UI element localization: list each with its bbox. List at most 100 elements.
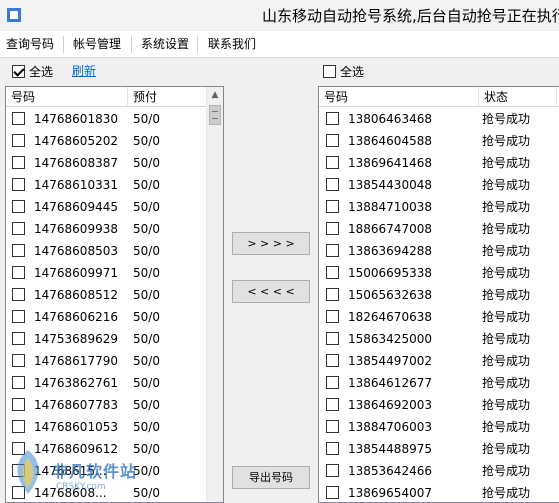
refresh-link[interactable]: 刷新 [72, 62, 96, 80]
row-checkbox[interactable] [326, 354, 339, 367]
row-checkbox[interactable] [12, 288, 25, 301]
table-row[interactable]: 15065632638 抢号成功 [319, 284, 559, 306]
column-header-status[interactable]: 状态 [479, 87, 557, 107]
move-right-button[interactable]: > > > > [232, 232, 310, 255]
column-header-prepay[interactable]: 预付 [128, 87, 208, 107]
row-checkbox[interactable] [326, 332, 339, 345]
table-row[interactable]: 15006695338 抢号成功 [319, 262, 559, 284]
table-row[interactable]: 13869654007 抢号成功 [319, 482, 559, 502]
row-checkbox[interactable] [326, 442, 339, 455]
table-row[interactable]: 14768609938 50/0 [6, 218, 223, 240]
phone-number-cell: 14763862761 [34, 376, 118, 390]
table-row[interactable]: 13853642466 抢号成功 [319, 460, 559, 482]
left-select-all[interactable]: 全选 [12, 62, 53, 80]
row-checkbox[interactable] [326, 222, 339, 235]
table-row[interactable]: 14768608... 50/0 [6, 482, 223, 502]
row-checkbox[interactable] [326, 178, 339, 191]
table-row[interactable]: 13864692003 抢号成功 [319, 394, 559, 416]
status-cell: 抢号成功 [482, 420, 531, 434]
column-header-number[interactable]: 号码 [319, 87, 479, 107]
row-checkbox[interactable] [326, 464, 339, 477]
table-row[interactable]: 13884710038 抢号成功 [319, 196, 559, 218]
row-checkbox[interactable] [12, 376, 25, 389]
phone-number-cell: 13884706003 [348, 420, 432, 434]
scroll-up-arrow-icon[interactable]: ▲ [207, 87, 223, 104]
row-checkbox[interactable] [12, 112, 25, 125]
table-row[interactable]: 14768601053 50/0 [6, 416, 223, 438]
row-checkbox[interactable] [326, 134, 339, 147]
menu-contact-us[interactable]: 联系我们 [208, 31, 256, 58]
phone-number-cell: 14768609445 [34, 200, 118, 214]
table-row[interactable]: 13854430048 抢号成功 [319, 174, 559, 196]
table-row[interactable]: 13863694288 抢号成功 [319, 240, 559, 262]
row-checkbox[interactable] [12, 178, 25, 191]
table-row[interactable]: 14768608503 50/0 [6, 240, 223, 262]
row-checkbox[interactable] [12, 244, 25, 257]
table-row[interactable]: 13854488975 抢号成功 [319, 438, 559, 460]
right-select-all-checkbox[interactable] [323, 64, 336, 78]
menu-account-management[interactable]: 帐号管理 [73, 31, 121, 58]
table-row[interactable]: 13884706003 抢号成功 [319, 416, 559, 438]
left-select-all-checkbox[interactable] [12, 64, 25, 78]
table-row[interactable]: 14768615... 50/0 [6, 460, 223, 482]
table-row[interactable]: 13864604588 抢号成功 [319, 130, 559, 152]
row-checkbox[interactable] [12, 398, 25, 411]
table-row[interactable]: 14768606216 50/0 [6, 306, 223, 328]
row-checkbox[interactable] [326, 376, 339, 389]
row-checkbox[interactable] [12, 200, 25, 213]
table-row[interactable]: 13869641468 抢号成功 [319, 152, 559, 174]
table-row[interactable]: 14768605202 50/0 [6, 130, 223, 152]
table-row[interactable]: 14768609971 50/0 [6, 262, 223, 284]
row-checkbox[interactable] [12, 332, 25, 345]
move-left-button[interactable]: < < < < [232, 280, 310, 303]
row-checkbox[interactable] [326, 266, 339, 279]
table-row[interactable]: 14768607783 50/0 [6, 394, 223, 416]
menu-query-numbers[interactable]: 查询号码 [6, 31, 54, 58]
row-checkbox[interactable] [326, 244, 339, 257]
table-row[interactable]: 18264670638 抢号成功 [319, 306, 559, 328]
table-row[interactable]: 13864612677 抢号成功 [319, 372, 559, 394]
phone-number-cell: 13869654007 [348, 486, 432, 500]
row-checkbox[interactable] [326, 398, 339, 411]
row-checkbox[interactable] [12, 354, 25, 367]
table-row[interactable]: 13854497002 抢号成功 [319, 350, 559, 372]
row-checkbox[interactable] [326, 156, 339, 169]
table-row[interactable]: 14753689629 50/0 [6, 328, 223, 350]
row-checkbox[interactable] [326, 288, 339, 301]
table-row[interactable]: 14768609612 50/0 [6, 438, 223, 460]
row-checkbox[interactable] [12, 266, 25, 279]
table-row[interactable]: 13806463468 抢号成功 [319, 108, 559, 130]
table-row[interactable]: 15863425000 抢号成功 [319, 328, 559, 350]
row-checkbox[interactable] [12, 156, 25, 169]
row-checkbox[interactable] [12, 310, 25, 323]
left-grid-scrollbar[interactable]: ▲ [206, 87, 223, 502]
row-checkbox[interactable] [326, 486, 339, 499]
row-checkbox[interactable] [12, 486, 25, 499]
status-cell: 抢号成功 [482, 134, 531, 148]
table-row[interactable]: 14768610331 50/0 [6, 174, 223, 196]
row-checkbox[interactable] [12, 134, 25, 147]
row-checkbox[interactable] [12, 464, 25, 477]
row-checkbox[interactable] [12, 442, 25, 455]
row-checkbox[interactable] [326, 112, 339, 125]
status-cell: 抢号成功 [482, 266, 531, 280]
table-row[interactable]: 14768608512 50/0 [6, 284, 223, 306]
table-row[interactable]: 14768608387 50/0 [6, 152, 223, 174]
column-header-number[interactable]: 号码 [6, 87, 128, 107]
row-checkbox[interactable] [12, 420, 25, 433]
table-row[interactable]: 14768609445 50/0 [6, 196, 223, 218]
row-checkbox[interactable] [326, 200, 339, 213]
table-row[interactable]: 14768617790 50/0 [6, 350, 223, 372]
prepay-cell: 50/0 [133, 178, 160, 192]
scrollbar-thumb[interactable] [209, 105, 221, 125]
phone-number-cell: 13884710038 [348, 200, 432, 214]
export-numbers-button[interactable]: 导出号码 [232, 466, 310, 489]
table-row[interactable]: 14768601830 50/0 [6, 108, 223, 130]
menu-system-settings[interactable]: 系统设置 [141, 31, 189, 58]
right-select-all[interactable]: 全选 [323, 62, 364, 80]
row-checkbox[interactable] [326, 310, 339, 323]
row-checkbox[interactable] [326, 420, 339, 433]
row-checkbox[interactable] [12, 222, 25, 235]
table-row[interactable]: 18866747008 抢号成功 [319, 218, 559, 240]
table-row[interactable]: 14763862761 50/0 [6, 372, 223, 394]
